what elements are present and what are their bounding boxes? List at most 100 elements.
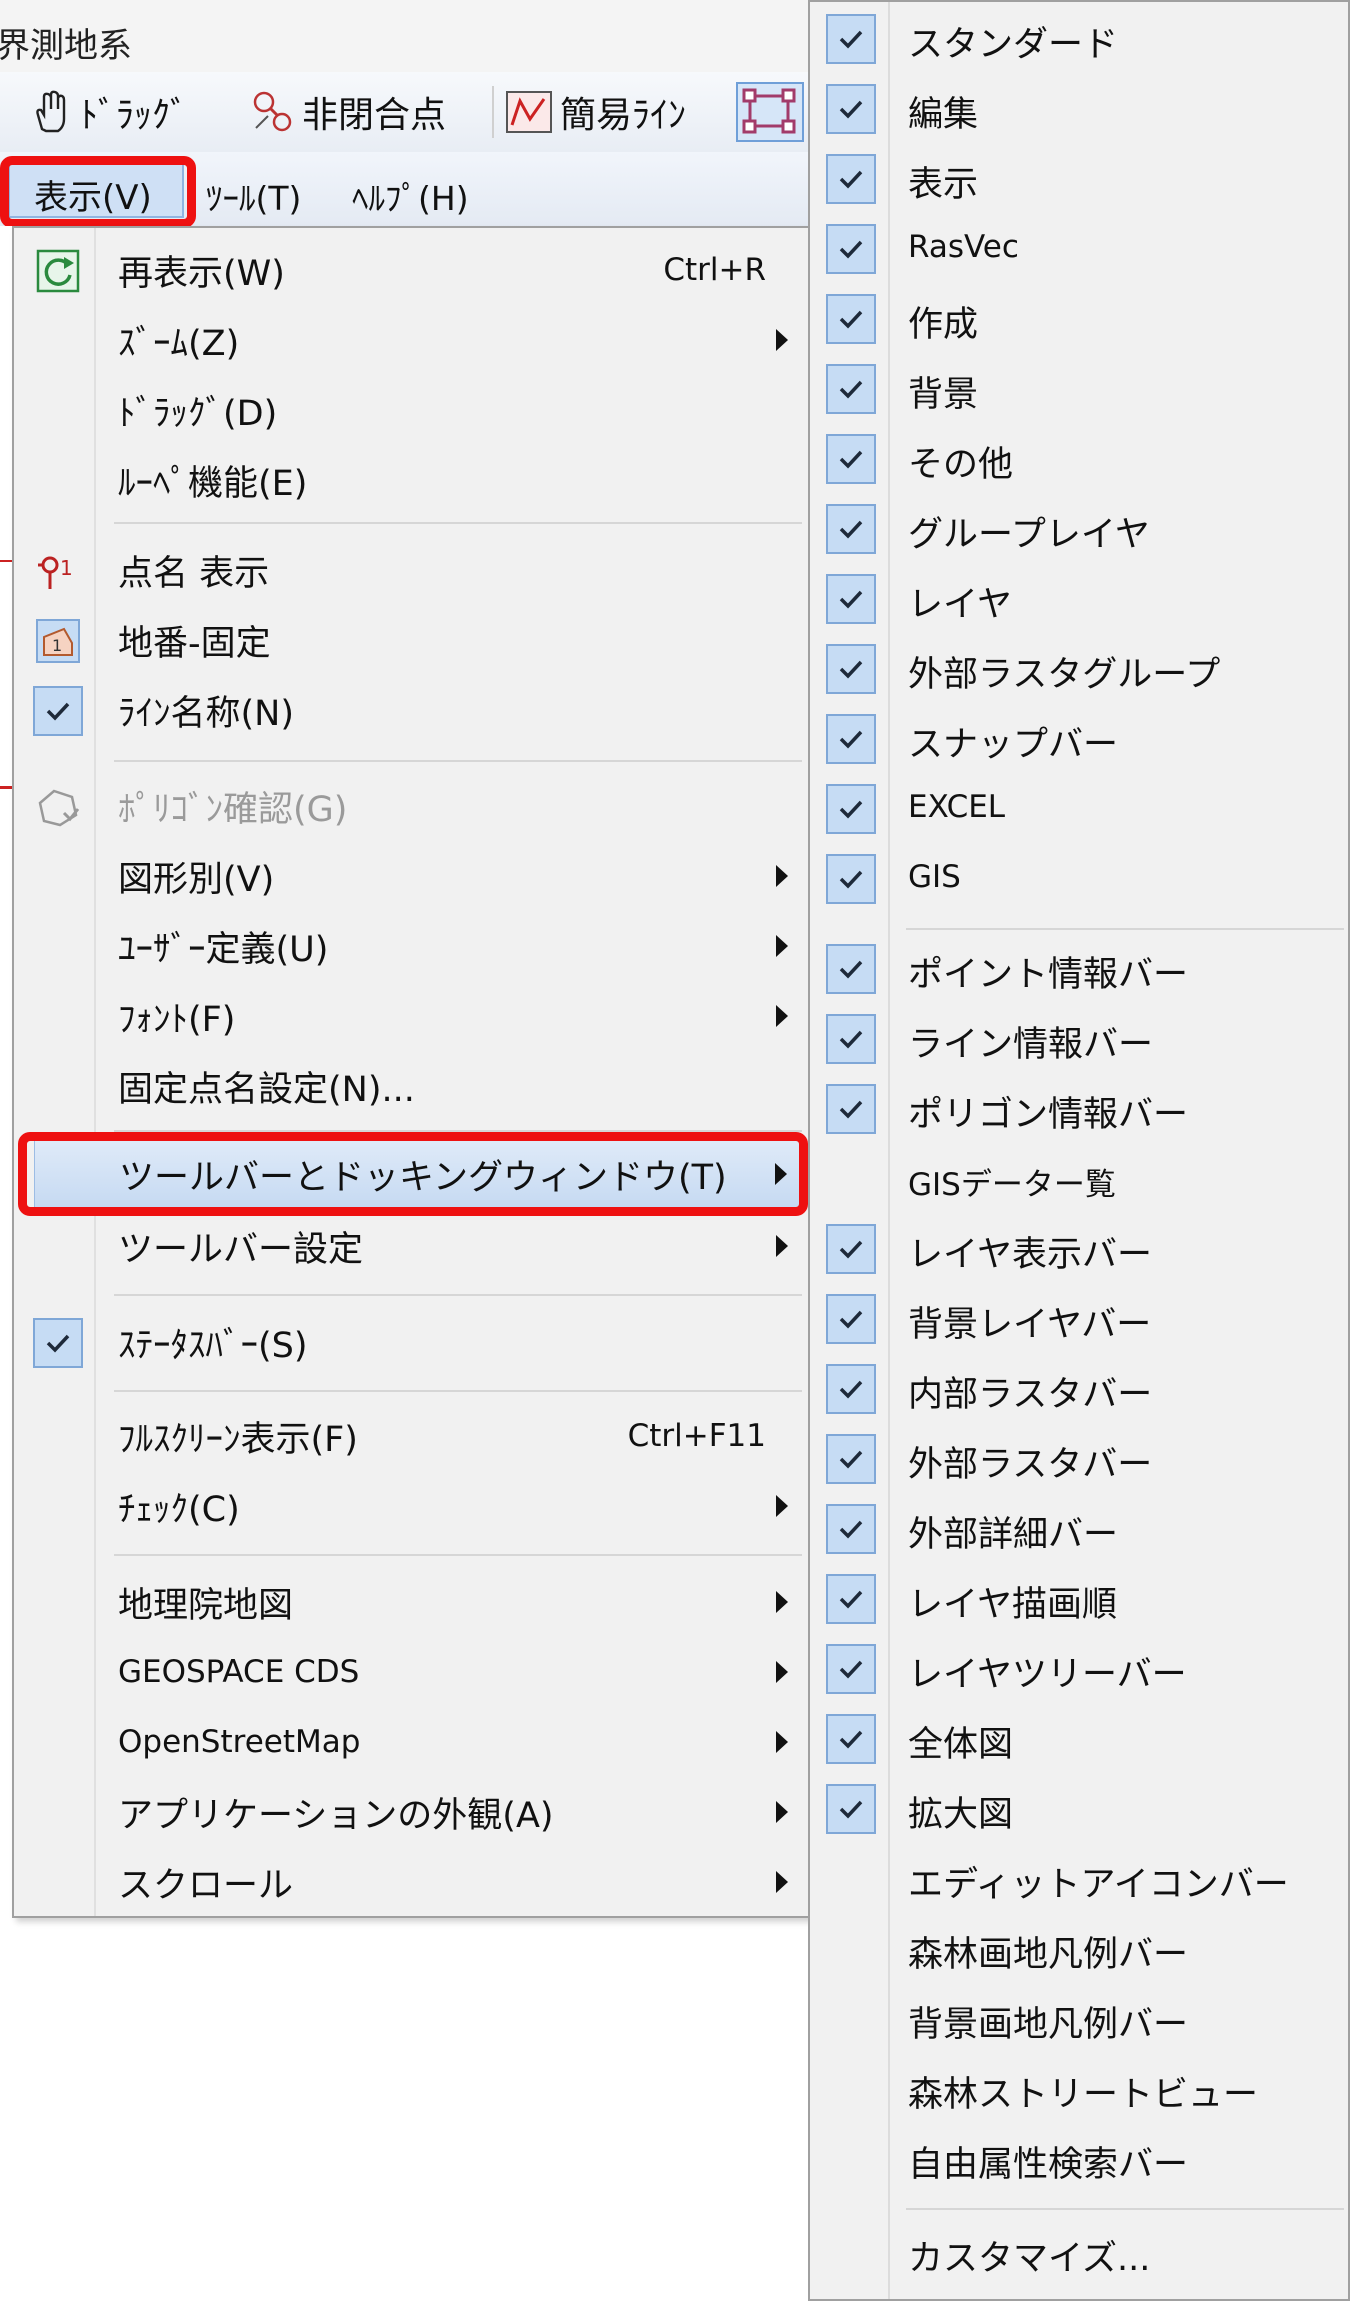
submenu-item[interactable]: GISデーター覧 — [810, 1144, 1350, 1214]
polygon-edit-button[interactable] — [736, 82, 804, 142]
menu-item-shortcut: Ctrl+F11 — [627, 1418, 766, 1454]
submenu-item[interactable]: ポリゴン情報バー — [810, 1074, 1350, 1144]
checkmark-icon — [826, 1014, 876, 1064]
menu-item-label: ツールバー設定 — [118, 1229, 364, 1270]
submenu-item-label: 背景レイヤバー — [908, 1305, 1152, 1345]
menu-item-user-defined[interactable]: ﾕｰｻﾞｰ定義(U) — [18, 912, 806, 980]
submenu-item-label: エディットアイコンバー — [908, 1865, 1289, 1905]
submenu-item[interactable]: 森林ストリートビュー — [810, 2054, 1350, 2124]
menu-item-check[interactable]: ﾁｪｯｸ(C) — [18, 1472, 806, 1540]
submenu-item[interactable]: 外部ラスタバー — [810, 1424, 1350, 1494]
menu-separator — [906, 2208, 1344, 2210]
menu-separator — [114, 1554, 802, 1556]
menu-item-by-shape[interactable]: 図形別(V) — [18, 842, 806, 910]
submenu-item[interactable]: 作成 — [810, 284, 1350, 354]
submenu-item[interactable]: EXCEL — [810, 774, 1350, 844]
submenu-item[interactable]: 森林画地凡例バー — [810, 1914, 1350, 1984]
menu-item-label: ﾄﾞﾗｯｸﾞ(D) — [118, 393, 278, 434]
simple-line-button[interactable]: 簡易ﾗｲﾝ — [504, 84, 686, 140]
submenu-item[interactable]: 背景レイヤバー — [810, 1284, 1350, 1354]
menu-tools[interactable]: ﾂｰﾙ(T) — [206, 172, 301, 220]
menu-item-point-name[interactable]: 1 点名 表示 — [18, 536, 806, 604]
menu-item-app-appearance[interactable]: アプリケーションの外観(A) — [18, 1778, 806, 1846]
submenu-item[interactable]: 自由属性検索バー — [810, 2124, 1350, 2194]
menu-item-polygon-check[interactable]: ﾎﾟﾘｺﾞﾝ確認(G) — [18, 772, 806, 840]
menu-item-scroll[interactable]: スクロール — [18, 1848, 806, 1916]
menu-item-label: OpenStreetMap — [118, 1724, 361, 1760]
submenu-item[interactable]: 背景画地凡例バー — [810, 1984, 1350, 2054]
nonclosed-point-button[interactable]: 非閉合点 — [248, 84, 446, 140]
submenu-item[interactable]: ポイント情報バー — [810, 934, 1350, 1004]
submenu-item-label: 拡大図 — [908, 1795, 1014, 1835]
submenu-item[interactable]: 拡大図 — [810, 1774, 1350, 1844]
menu-item-label: 図形別(V) — [118, 859, 275, 900]
submenu-item[interactable]: RasVec — [810, 214, 1350, 284]
submenu-item[interactable]: レイヤ描画順 — [810, 1564, 1350, 1634]
menu-separator — [114, 1390, 802, 1392]
submenu-item-label: EXCEL — [908, 789, 1006, 825]
menu-view[interactable]: 表示(V) — [8, 160, 184, 218]
submenu-arrow-icon — [776, 1005, 788, 1027]
menu-item-label: スクロール — [118, 1865, 294, 1906]
simple-line-icon — [506, 91, 552, 133]
svg-text:1: 1 — [60, 556, 73, 580]
menu-item-redraw[interactable]: 再表示(W) Ctrl+R — [18, 236, 806, 304]
submenu-item[interactable]: 内部ラスタバー — [810, 1354, 1350, 1424]
submenu-item-label: 背景 — [908, 375, 979, 415]
submenu-item[interactable]: レイヤ表示バー — [810, 1214, 1350, 1284]
checkmark-icon — [826, 154, 876, 204]
status-bar-check — [32, 1317, 84, 1369]
menu-item-label: ｽﾃｰﾀｽﾊﾞｰ(S) — [118, 1325, 308, 1366]
menu-item-toolbars-docking[interactable]: ツールバーとドッキングウィンドウ(T) — [34, 1140, 806, 1208]
submenu-item[interactable]: 外部ラスタグループ — [810, 634, 1350, 704]
submenu-item[interactable]: スタンダード — [810, 4, 1350, 74]
menu-item-drag[interactable]: ﾄﾞﾗｯｸﾞ(D) — [18, 376, 806, 444]
menu-item-toolbar-settings[interactable]: ツールバー設定 — [18, 1212, 806, 1280]
checkmark-icon — [826, 644, 876, 694]
submenu-item[interactable]: カスタマイズ... — [810, 2218, 1350, 2288]
drag-tool-button[interactable]: ﾄﾞﾗｯｸﾞ — [28, 84, 188, 140]
submenu-item[interactable]: 背景 — [810, 354, 1350, 424]
title-bar: 界測地系 — [0, 0, 810, 72]
menu-item-fixed-point-name[interactable]: 固定点名設定(N)... — [18, 1052, 806, 1120]
menu-item-loupe[interactable]: ﾙｰﾍﾟ機能(E) — [18, 446, 806, 514]
menu-item-label: アプリケーションの外観(A) — [118, 1795, 554, 1836]
submenu-item[interactable]: 全体図 — [810, 1704, 1350, 1774]
menu-item-label: 固定点名設定(N)... — [118, 1069, 415, 1110]
submenu-item[interactable]: 外部詳細バー — [810, 1494, 1350, 1564]
menu-item-label: GEOSPACE CDS — [118, 1654, 360, 1690]
submenu-item-label: その他 — [908, 445, 1014, 485]
submenu-item[interactable]: ライン情報バー — [810, 1004, 1350, 1074]
menu-item-label: 地番-固定 — [118, 623, 271, 664]
submenu-item[interactable]: エディットアイコンバー — [810, 1844, 1350, 1914]
submenu-item[interactable]: その他 — [810, 424, 1350, 494]
nonclosed-point-label: 非閉合点 — [302, 95, 447, 136]
submenu-item[interactable]: GIS — [810, 844, 1350, 914]
menu-help[interactable]: ﾍﾙﾌﾟ(H) — [352, 172, 469, 220]
menu-item-gsi-map[interactable]: 地理院地図 — [18, 1568, 806, 1636]
checkmark-icon — [826, 714, 876, 764]
menu-item-label: ﾁｪｯｸ(C) — [118, 1489, 240, 1530]
submenu-item[interactable]: グループレイヤ — [810, 494, 1350, 564]
menu-item-font[interactable]: ﾌｫﾝﾄ(F) — [18, 982, 806, 1050]
submenu-arrow-icon — [776, 1591, 788, 1613]
submenu-item[interactable]: 表示 — [810, 144, 1350, 214]
submenu-item-label: スナップバー — [908, 725, 1119, 765]
submenu-item[interactable]: 編集 — [810, 74, 1350, 144]
menu-item-label: ﾌﾙｽｸﾘｰﾝ表示(F) — [118, 1419, 358, 1460]
menu-item-lot-fixed[interactable]: 1 地番-固定 — [18, 606, 806, 674]
submenu-item-label: レイヤ描画順 — [908, 1585, 1117, 1625]
checkmark-icon — [826, 504, 876, 554]
submenu-item-label: 外部詳細バー — [908, 1515, 1119, 1555]
menu-item-openstreetmap[interactable]: OpenStreetMap — [18, 1708, 806, 1776]
menu-item-geospace-cds[interactable]: GEOSPACE CDS — [18, 1638, 806, 1706]
checkmark-icon — [826, 294, 876, 344]
submenu-item[interactable]: レイヤツリーバー — [810, 1634, 1350, 1704]
menu-item-line-name[interactable]: ﾗｲﾝ名称(N) — [18, 676, 806, 744]
menu-item-status-bar[interactable]: ｽﾃｰﾀｽﾊﾞｰ(S) — [18, 1308, 806, 1376]
checkmark-icon — [33, 686, 83, 736]
menu-item-zoom[interactable]: ｽﾞｰﾑ(Z) — [18, 306, 806, 374]
menu-item-fullscreen[interactable]: ﾌﾙｽｸﾘｰﾝ表示(F) Ctrl+F11 — [18, 1402, 806, 1470]
submenu-item[interactable]: スナップバー — [810, 704, 1350, 774]
submenu-item[interactable]: レイヤ — [810, 564, 1350, 634]
